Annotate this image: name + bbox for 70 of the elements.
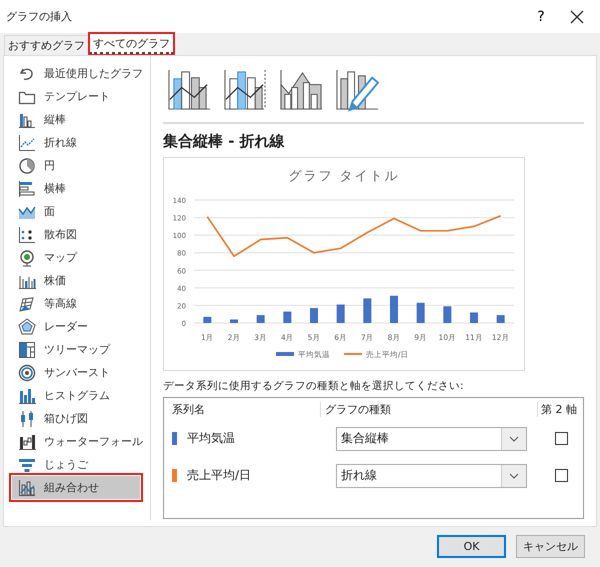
dialog-button[interactable]: キャンセル	[516, 535, 585, 558]
sunburst-icon	[18, 364, 36, 382]
bar	[203, 316, 212, 323]
help-button[interactable]: ?	[526, 8, 556, 26]
sidebar-item[interactable]: 縦棒	[12, 108, 150, 131]
window-title: グラフの挿入	[6, 9, 73, 24]
chart-type-dropdown[interactable]: 集合縦棒	[336, 426, 527, 450]
close-icon[interactable]	[568, 8, 586, 26]
sidebar-item[interactable]: 等高線	[12, 292, 150, 315]
chart-pencil-icon[interactable]	[335, 68, 379, 112]
treemap-icon	[18, 340, 36, 358]
bar	[416, 302, 425, 323]
tab[interactable]: おすすめグラフ	[4, 35, 89, 55]
bar	[256, 315, 265, 323]
histogram-icon	[18, 386, 36, 404]
sidebar-item[interactable]: 折れ線	[12, 131, 150, 154]
scatter-icon	[18, 226, 36, 244]
sidebar-item[interactable]: ヒストグラム	[12, 384, 150, 407]
chart-title: グラフ タイトル	[288, 169, 400, 184]
sidebar-item[interactable]: 面	[12, 200, 150, 223]
sidebar-item[interactable]: ウォーターフォール	[12, 430, 150, 453]
column-header: 系列名	[171, 402, 206, 416]
bar	[363, 298, 372, 323]
caret-icon	[509, 472, 519, 478]
chart-type-dropdown[interactable]: 折れ線	[336, 464, 527, 488]
sidebar-item[interactable]: 組み合わせ	[12, 476, 140, 499]
sidebar-item[interactable]: 箱ひげ図	[12, 407, 150, 430]
sidebar-item[interactable]: 散布図	[12, 223, 150, 246]
surface-chart-icon	[18, 294, 36, 312]
line-chart-icon	[18, 134, 36, 152]
sidebar-item[interactable]: ツリーマップ	[12, 338, 150, 361]
sidebar-item[interactable]: 最近使用したグラフ	[12, 62, 150, 85]
sidebar-item[interactable]: マップ	[12, 246, 150, 269]
sidebar-item[interactable]: 円	[12, 154, 150, 177]
column-header: 第 2 軸	[537, 402, 583, 416]
bar	[443, 306, 452, 323]
globe-icon	[18, 248, 36, 266]
column-line-icon[interactable]	[167, 68, 211, 112]
bar	[230, 319, 238, 323]
area-column-icon[interactable]	[279, 68, 323, 112]
sidebar-item[interactable]: サンバースト	[12, 361, 150, 384]
sidebar-item[interactable]: じょうご	[12, 453, 150, 476]
sidebar-item[interactable]: テンプレート	[12, 85, 150, 108]
legend-swatch	[276, 352, 294, 356]
column-line-axis-icon[interactable]	[223, 68, 267, 112]
combo-chart-icon	[18, 478, 36, 496]
checkbox[interactable]	[555, 432, 568, 445]
dialog-button[interactable]: OK	[437, 535, 506, 558]
bar	[336, 304, 345, 323]
bar	[390, 296, 398, 323]
horizontal-bar-icon	[18, 180, 36, 198]
sidebar-item[interactable]: 株価	[12, 269, 150, 292]
checkbox[interactable]	[555, 469, 568, 482]
series-name: 平均気温	[187, 430, 235, 447]
bar	[310, 308, 318, 323]
waterfall-icon	[18, 432, 36, 450]
pie-chart-icon	[18, 156, 36, 174]
radar-chart-icon	[18, 318, 36, 336]
caret-icon	[509, 436, 519, 442]
bar	[283, 312, 292, 323]
series-name: 売上平均/日	[187, 467, 252, 484]
box-plot-icon	[18, 410, 36, 428]
instruction-text: データ系列に使用するグラフの種類と軸を選択してください:	[163, 379, 464, 393]
sidebar-item[interactable]: レーダー	[12, 315, 150, 338]
chart-type-heading: 集合縦棒 - 折れ線	[163, 132, 286, 151]
tab[interactable]: すべてのグラフ	[89, 33, 174, 55]
bar	[496, 315, 505, 323]
sidebar-item[interactable]: 横棒	[12, 177, 150, 200]
column-header: グラフの種類	[320, 402, 537, 416]
bar	[470, 312, 478, 323]
